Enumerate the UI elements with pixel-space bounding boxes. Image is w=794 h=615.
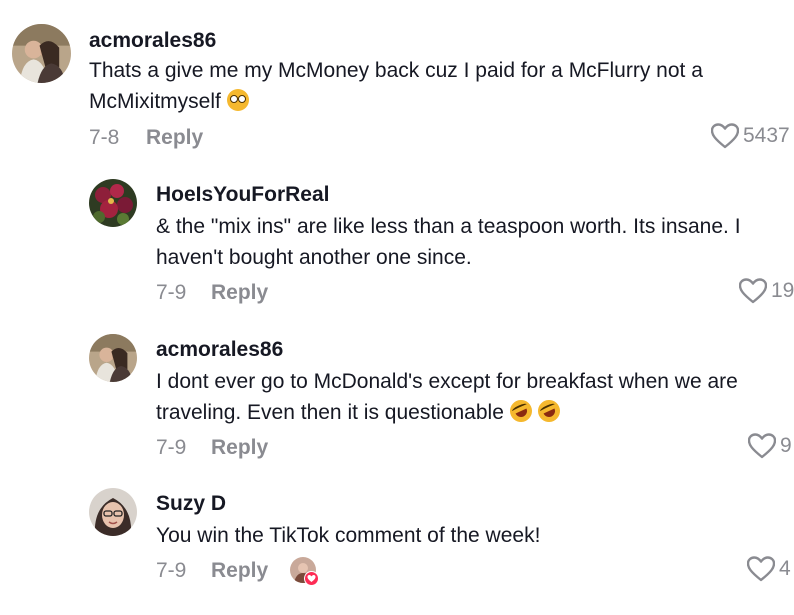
- comment-text: Thats a give me my McMoney back cuz I pa…: [89, 55, 749, 117]
- heart-outline-icon: [739, 278, 767, 304]
- comment-username[interactable]: acmorales86: [156, 338, 283, 362]
- like-count: 9: [780, 434, 792, 457]
- avatar[interactable]: [12, 24, 71, 83]
- comment-text: & the "mix ins" are like less than a tea…: [156, 211, 781, 273]
- comment-username[interactable]: Suzy D: [156, 492, 226, 516]
- reply-button[interactable]: Reply: [211, 559, 268, 583]
- comment-username[interactable]: acmorales86: [89, 29, 216, 53]
- like-count: 5437: [743, 124, 790, 147]
- avatar[interactable]: [89, 334, 137, 382]
- comment-text-content: You win the TikTok comment of the week!: [156, 524, 541, 547]
- like-count: 19: [771, 279, 794, 302]
- like-count: 4: [779, 557, 791, 580]
- rolling-laughing-icon: [506, 396, 536, 426]
- comment-date: 7-9: [156, 436, 187, 459]
- heart-outline-icon: [748, 433, 776, 459]
- comment-username[interactable]: HoeIsYouForReal: [156, 183, 329, 207]
- like-button[interactable]: 5437: [711, 123, 790, 149]
- heart-outline-icon: [747, 556, 775, 582]
- comment-text-content: & the "mix ins" are like less than a tea…: [156, 215, 741, 269]
- comment-text-content: I dont ever go to McDonald's except for …: [156, 370, 738, 424]
- avatar-image: [12, 24, 71, 83]
- comment-text: You win the TikTok comment of the week!: [156, 520, 781, 551]
- comment-text-content: Thats a give me my McMoney back cuz I pa…: [89, 59, 703, 113]
- comment-date: 7-9: [156, 281, 187, 304]
- like-button[interactable]: 9: [748, 433, 792, 459]
- liked-by-creator-heart-icon: [304, 571, 319, 586]
- reply-button[interactable]: Reply: [146, 126, 203, 150]
- rolling-laughing-icon: [534, 396, 564, 426]
- comment-text: I dont ever go to McDonald's except for …: [156, 366, 781, 428]
- avatar[interactable]: [89, 179, 137, 227]
- like-button[interactable]: 4: [747, 556, 791, 582]
- comment-date: 7-9: [156, 559, 187, 582]
- avatar-image: [89, 334, 137, 382]
- like-button[interactable]: 19: [739, 278, 794, 304]
- comment-date: 7-8: [89, 126, 120, 149]
- avatar-image: [89, 179, 137, 227]
- avatar-image: [89, 488, 137, 536]
- flushed-face-icon: [226, 89, 249, 111]
- avatar[interactable]: [89, 488, 137, 536]
- reply-button[interactable]: Reply: [211, 281, 268, 305]
- reply-button[interactable]: Reply: [211, 436, 268, 460]
- heart-outline-icon: [711, 123, 739, 149]
